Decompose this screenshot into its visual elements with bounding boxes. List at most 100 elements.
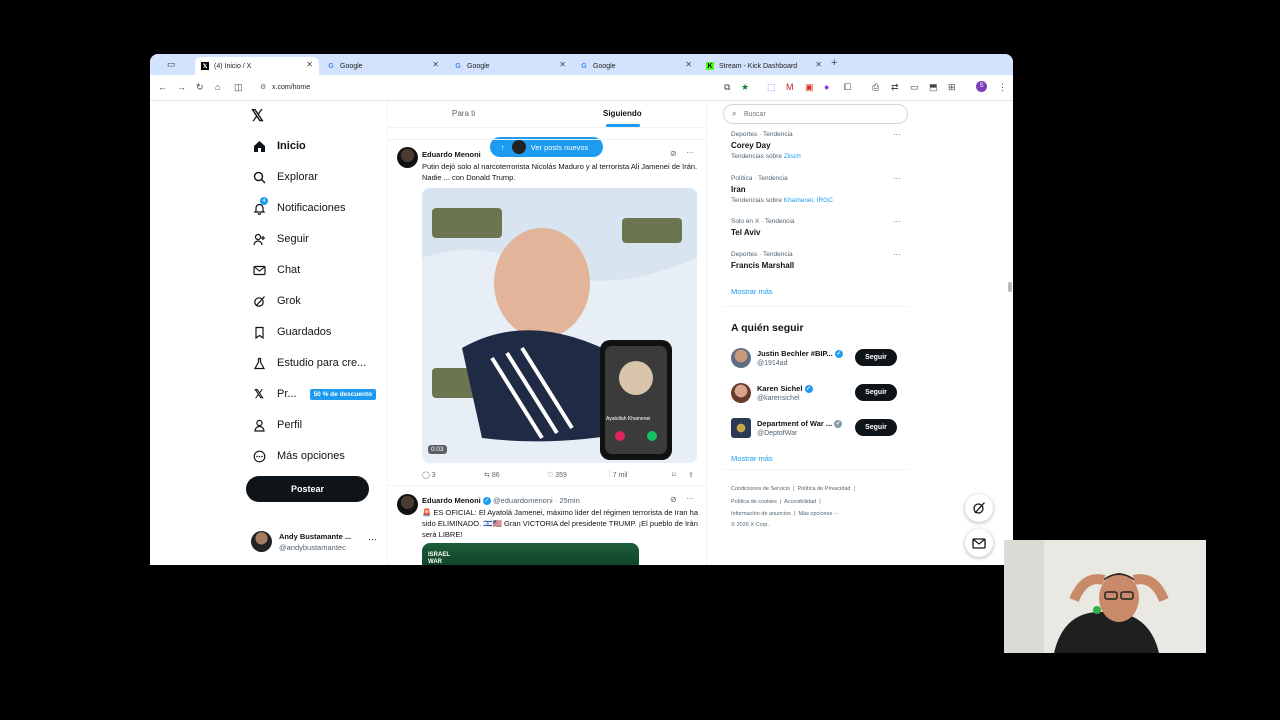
reply-button[interactable]: ◯ 3 [422, 471, 436, 480]
trend-item[interactable]: Deportes · Tendencia Corey Day Tendencia… [731, 130, 901, 160]
tab-for-you[interactable]: Para ti [452, 109, 475, 118]
home-icon[interactable]: ⌂ [215, 81, 220, 93]
footer-link[interactable]: Política de Privacidad [798, 486, 851, 492]
bookmark-star-icon[interactable]: ★ [741, 81, 749, 93]
account-switcher[interactable]: Andy Bustamante ... @andybustamantec ··· [251, 531, 381, 555]
post[interactable]: Eduardo Menoni ✓ @eduardomenoni · 25min … [388, 485, 706, 565]
views-button[interactable]: ⫶ 7 mil [609, 471, 627, 479]
close-icon[interactable]: ✕ [685, 60, 692, 69]
pdf-extension-icon[interactable]: ▣ [805, 81, 814, 93]
trend-item[interactable]: Política · Tendencia Iran Tendencias sob… [731, 174, 901, 204]
trends-show-more-link[interactable]: Mostrar más [731, 287, 773, 296]
translate-extension-icon[interactable]: ⬚ [767, 81, 776, 93]
extension-icon[interactable]: ● [824, 81, 829, 93]
nav-chat[interactable]: Chat [252, 263, 300, 277]
gmail-extension-icon[interactable]: M [786, 81, 794, 93]
profile-avatar[interactable]: S [976, 81, 987, 92]
trend-context-link[interactable]: Khamenei, IRGC [784, 197, 833, 204]
follow-button[interactable]: Seguir [855, 349, 897, 366]
new-tab-icon[interactable]: + [831, 57, 837, 69]
translate-icon[interactable]: ⇄ [891, 81, 899, 93]
avatar[interactable] [731, 383, 751, 403]
more-icon[interactable]: ··· [686, 148, 694, 157]
follow-suggestion[interactable]: Karen Sichel ✓ @karensichel Seguir [731, 383, 901, 407]
close-icon[interactable]: ✕ [306, 60, 313, 69]
tab-google-2[interactable]: G Google ✕ [448, 57, 572, 75]
more-icon[interactable]: ··· [686, 494, 694, 503]
bookmark-button[interactable]: ⌑ [672, 471, 676, 479]
post-button[interactable]: Postear [246, 476, 369, 502]
site-info-icon[interactable]: ⚙ [260, 83, 266, 91]
messages-floating-button[interactable] [965, 529, 993, 557]
footer-link[interactable]: Política de cookies [731, 499, 777, 505]
screenshot-icon[interactable]: ⬒ [929, 81, 938, 93]
address-bar[interactable]: ⚙ x.com/home [256, 78, 726, 96]
trend-context-link[interactable]: Zlisch [784, 153, 801, 160]
tab-kick[interactable]: K Stream - Kick Dashboard ✕ [700, 57, 828, 75]
close-icon[interactable]: ✕ [432, 60, 439, 69]
follow-name[interactable]: Department of War ... ✓ [757, 419, 843, 429]
tab-groups-icon[interactable]: ⊞ [948, 81, 956, 93]
post[interactable]: Eduardo Menoni ⊘ ··· Putin dejó solo al … [388, 139, 706, 486]
scrollbar-thumb[interactable] [1008, 282, 1012, 292]
tab-google-3[interactable]: G Google ✕ [574, 57, 698, 75]
nav-notifications[interactable]: 4 Notificaciones [252, 197, 345, 215]
cast-icon[interactable]: ▭ [910, 81, 919, 93]
like-button[interactable]: ♡ 359 [547, 471, 567, 480]
post-image[interactable]: ISRAEL WAR ROOM [422, 543, 639, 565]
trend-item[interactable]: Deportes · Tendencia Francis Marshall ··… [731, 250, 901, 270]
post-author[interactable]: Eduardo Menoni [422, 150, 481, 159]
nav-grok[interactable]: Grok [252, 294, 301, 308]
close-icon[interactable]: ✕ [815, 60, 822, 69]
follow-show-more-link[interactable]: Mostrar más [731, 454, 773, 463]
back-icon[interactable]: ← [158, 81, 167, 93]
more-icon[interactable]: ··· [893, 130, 901, 139]
grok-icon[interactable]: ⊘ [670, 149, 677, 158]
follow-suggestion[interactable]: Department of War ... ✓ @DeptofWar Segui… [731, 418, 901, 442]
follow-button[interactable]: Seguir [855, 419, 897, 436]
forward-icon[interactable]: → [177, 81, 186, 93]
footer-link[interactable]: Información de anuncios [731, 511, 791, 517]
printer-icon[interactable]: ⎙ [872, 81, 879, 93]
nav-creator-studio[interactable]: Estudio para cre... [252, 356, 366, 370]
reload-icon[interactable]: ↻ [196, 81, 204, 93]
nav-explore[interactable]: Explorar [252, 170, 318, 184]
tab-google-1[interactable]: G Google ✕ [321, 57, 445, 75]
nav-premium[interactable]: 𝕏 Pr... 50 % de descuento [252, 387, 377, 401]
post-author[interactable]: Eduardo Menoni [422, 496, 481, 505]
extensions-puzzle-icon[interactable]: ⧠ [844, 81, 851, 93]
more-icon[interactable]: ··· [893, 250, 901, 259]
post-handle-time[interactable]: @eduardomenoni · 25min [493, 496, 580, 505]
nav-home[interactable]: Inicio [252, 139, 306, 153]
nav-more-options[interactable]: Más opciones [252, 449, 345, 463]
more-icon[interactable]: ··· [893, 217, 901, 226]
tab-x-home[interactable]: 𝕏 (4) Inicio / X ✕ [195, 57, 319, 75]
search-box[interactable]: ⌕ [723, 104, 908, 124]
close-icon[interactable]: ✕ [559, 60, 566, 69]
tab-following[interactable]: Siguiendo [603, 109, 642, 118]
footer-link[interactable]: Más opciones ··· [798, 511, 839, 517]
avatar[interactable] [731, 418, 751, 438]
avatar[interactable] [731, 348, 751, 368]
avatar[interactable] [397, 147, 418, 168]
trend-item[interactable]: Solo en X · Tendencia Tel Aviv ··· [731, 217, 901, 237]
nav-follow[interactable]: Seguir [252, 232, 309, 246]
post-video[interactable]: Ayatollah Khamenei 0:03 [422, 188, 697, 463]
menu-kebab-icon[interactable]: ⋮ [998, 81, 1007, 93]
footer-link[interactable]: Condiciones de Servicio [731, 486, 790, 492]
follow-suggestion[interactable]: Justin Bechler #BIP... ✓ @1914ad Seguir [731, 348, 901, 372]
install-icon[interactable]: ⧉ [724, 81, 730, 93]
nav-profile[interactable]: Perfil [252, 418, 302, 432]
avatar[interactable] [397, 494, 418, 515]
x-logo-icon[interactable]: 𝕏 [251, 106, 264, 126]
sidebar-icon[interactable]: ◫ [234, 81, 243, 93]
search-input[interactable] [742, 107, 896, 122]
nav-bookmarks[interactable]: Guardados [252, 325, 331, 339]
follow-name[interactable]: Karen Sichel ✓ [757, 384, 813, 394]
footer-link[interactable]: Accesibilidad [784, 499, 816, 505]
follow-button[interactable]: Seguir [855, 384, 897, 401]
repost-button[interactable]: ⇆ 86 [484, 471, 500, 480]
grok-floating-button[interactable] [965, 494, 993, 522]
grok-icon[interactable]: ⊘ [670, 495, 677, 504]
more-icon[interactable]: ··· [893, 174, 901, 183]
